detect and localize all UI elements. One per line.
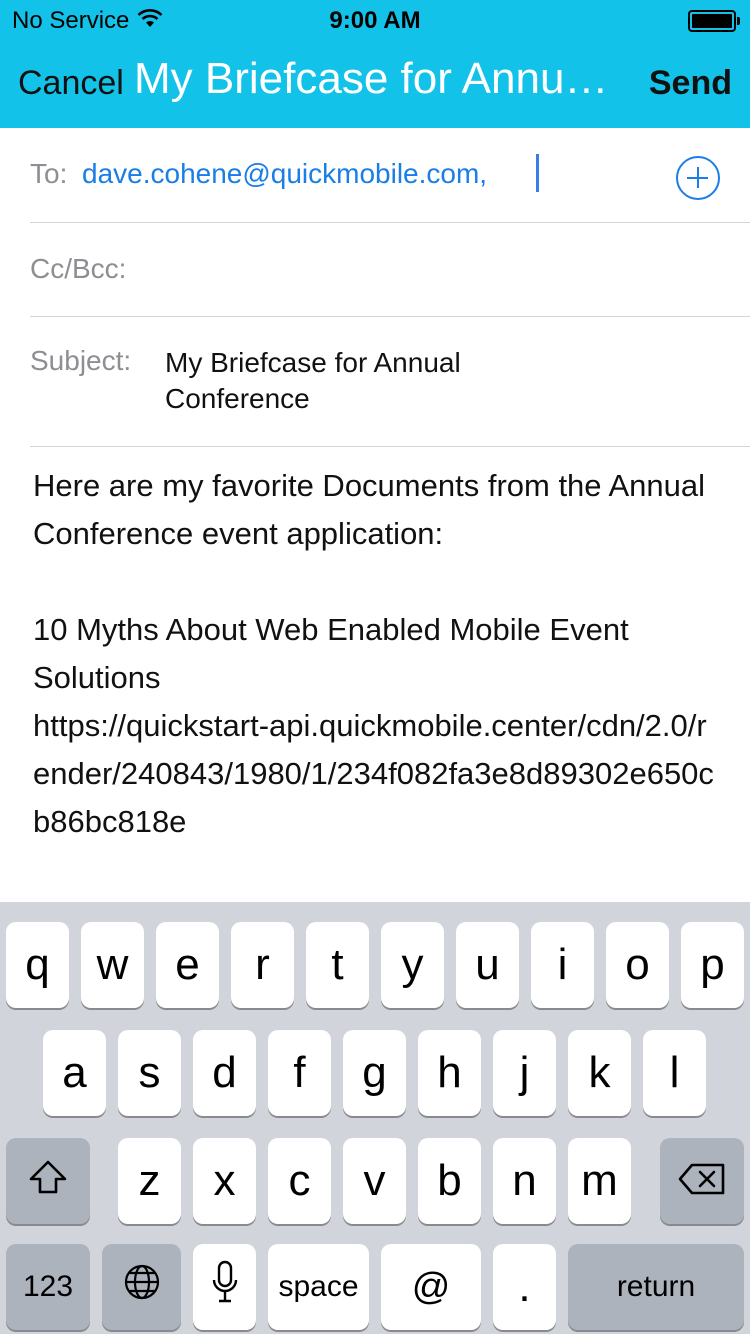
return-key[interactable]: return: [568, 1244, 744, 1330]
recipient-address[interactable]: dave.cohene@quickmobile.com,: [82, 158, 487, 190]
body-intro: Here are my favorite Documents from the …: [33, 468, 705, 551]
send-button[interactable]: Send: [649, 64, 732, 103]
key-o[interactable]: o: [606, 922, 669, 1008]
key-e[interactable]: e: [156, 922, 219, 1008]
cancel-button[interactable]: Cancel: [18, 64, 124, 103]
cc-bcc-field[interactable]: Cc/Bcc:: [30, 223, 750, 317]
key-j[interactable]: j: [493, 1030, 556, 1116]
key-t[interactable]: t: [306, 922, 369, 1008]
shift-icon: [28, 1156, 68, 1206]
text-cursor: [536, 154, 539, 192]
dot-key[interactable]: .: [493, 1244, 556, 1330]
key-p[interactable]: p: [681, 922, 744, 1008]
message-body[interactable]: Here are my favorite Documents from the …: [33, 462, 723, 846]
key-b[interactable]: b: [418, 1138, 481, 1224]
numbers-key[interactable]: 123: [6, 1244, 90, 1330]
delete-icon: [678, 1156, 726, 1206]
key-c[interactable]: c: [268, 1138, 331, 1224]
body-doc-title: 10 Myths About Web Enabled Mobile Event …: [33, 612, 629, 695]
key-h[interactable]: h: [418, 1030, 481, 1116]
key-l[interactable]: l: [643, 1030, 706, 1116]
key-i[interactable]: i: [531, 922, 594, 1008]
clock: 9:00 AM: [329, 7, 421, 34]
key-q[interactable]: q: [6, 922, 69, 1008]
microphone-icon: [211, 1260, 239, 1315]
at-key[interactable]: @: [381, 1244, 481, 1330]
subject-value[interactable]: My Briefcase for Annual Conference: [165, 345, 585, 417]
key-s[interactable]: s: [118, 1030, 181, 1116]
key-u[interactable]: u: [456, 922, 519, 1008]
key-m[interactable]: m: [568, 1138, 631, 1224]
shift-key[interactable]: [6, 1138, 90, 1224]
globe-key[interactable]: [102, 1244, 181, 1330]
key-g[interactable]: g: [343, 1030, 406, 1116]
key-d[interactable]: d: [193, 1030, 256, 1116]
keyboard: q w e r t y u i o p a s d f g h j k l z …: [0, 902, 750, 1334]
key-z[interactable]: z: [118, 1138, 181, 1224]
key-f[interactable]: f: [268, 1030, 331, 1116]
battery-icon: [688, 10, 740, 32]
key-r[interactable]: r: [231, 922, 294, 1008]
delete-key[interactable]: [660, 1138, 744, 1224]
microphone-key[interactable]: [193, 1244, 256, 1330]
space-key[interactable]: space: [268, 1244, 369, 1330]
key-y[interactable]: y: [381, 922, 444, 1008]
key-v[interactable]: v: [343, 1138, 406, 1224]
subject-field[interactable]: Subject: My Briefcase for Annual Confere…: [30, 317, 750, 447]
to-label: To:: [30, 158, 68, 189]
subject-label: Subject:: [30, 345, 132, 376]
key-a[interactable]: a: [43, 1030, 106, 1116]
nav-bar: Cancel My Briefcase for Annual Conferenc…: [0, 40, 750, 128]
cc-bcc-label: Cc/Bcc:: [30, 253, 127, 284]
key-n[interactable]: n: [493, 1138, 556, 1224]
nav-title: My Briefcase for Annual Conference: [134, 54, 614, 103]
key-x[interactable]: x: [193, 1138, 256, 1224]
globe-icon: [122, 1262, 162, 1313]
to-field[interactable]: To: dave.cohene@quickmobile.com,: [30, 128, 750, 223]
header-bar: No Service 9:00 AM Cancel My Briefcase f…: [0, 0, 750, 128]
body-doc-url: https://quickstart-api.quickmobile.cente…: [33, 708, 714, 839]
status-bar: No Service 9:00 AM: [0, 0, 750, 40]
key-w[interactable]: w: [81, 922, 144, 1008]
key-k[interactable]: k: [568, 1030, 631, 1116]
add-contact-icon[interactable]: [676, 156, 720, 200]
